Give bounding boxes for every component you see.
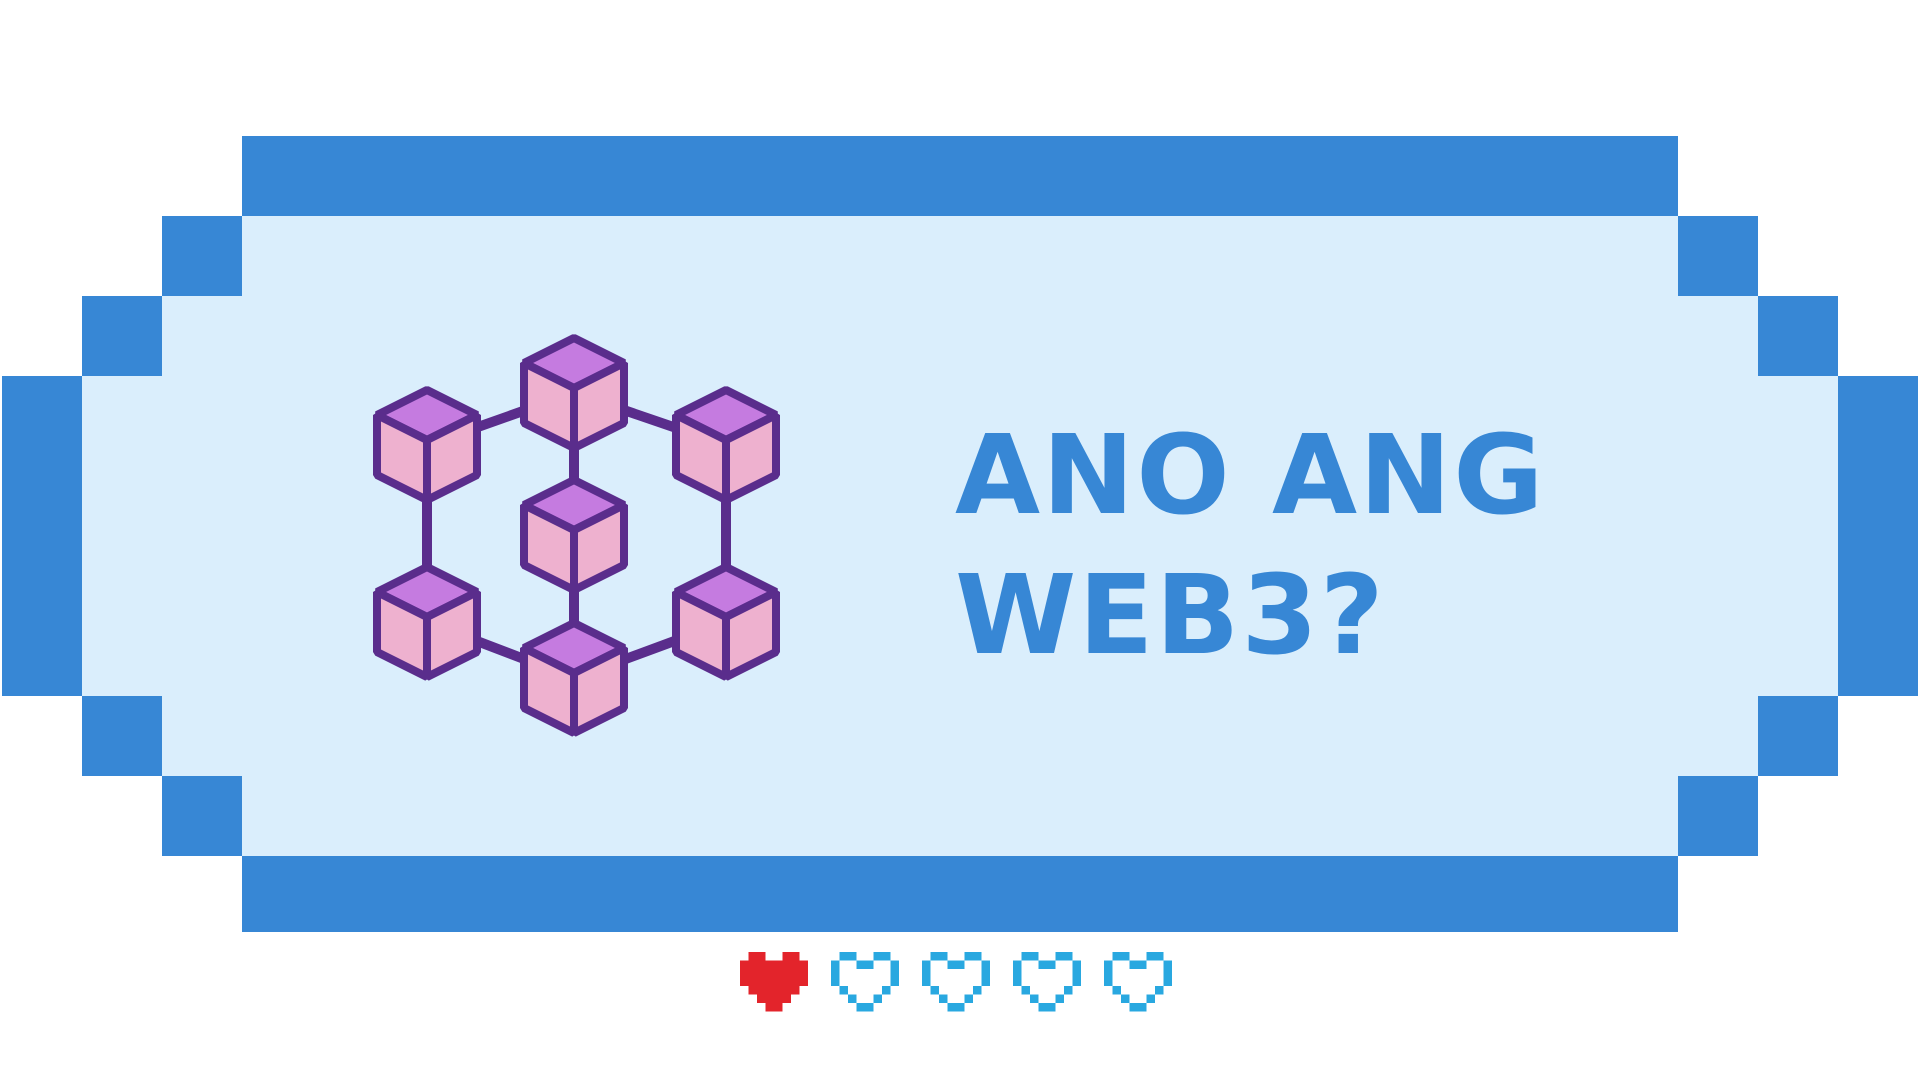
block-cube-icon: [520, 334, 628, 452]
title-line-2: WEB3?: [955, 551, 1386, 679]
block-cube-icon: [373, 563, 481, 681]
block-cube-icon: [672, 386, 780, 504]
block-cube-icon: [373, 386, 481, 504]
heart-empty-icon: [1013, 952, 1081, 1012]
block-cube-icon: [520, 476, 628, 594]
heart-empty-icon: [922, 952, 990, 1012]
title-line-1: ANO ANG: [955, 411, 1546, 539]
page-title: ANO ANG WEB3?: [955, 405, 1545, 685]
heart-filled-icon: [740, 952, 808, 1012]
block-cube-icon: [520, 619, 628, 737]
progress-hearts: [740, 952, 1172, 1012]
heart-empty-icon: [831, 952, 899, 1012]
block-cube-icon: [672, 563, 780, 681]
heart-empty-icon: [1104, 952, 1172, 1012]
